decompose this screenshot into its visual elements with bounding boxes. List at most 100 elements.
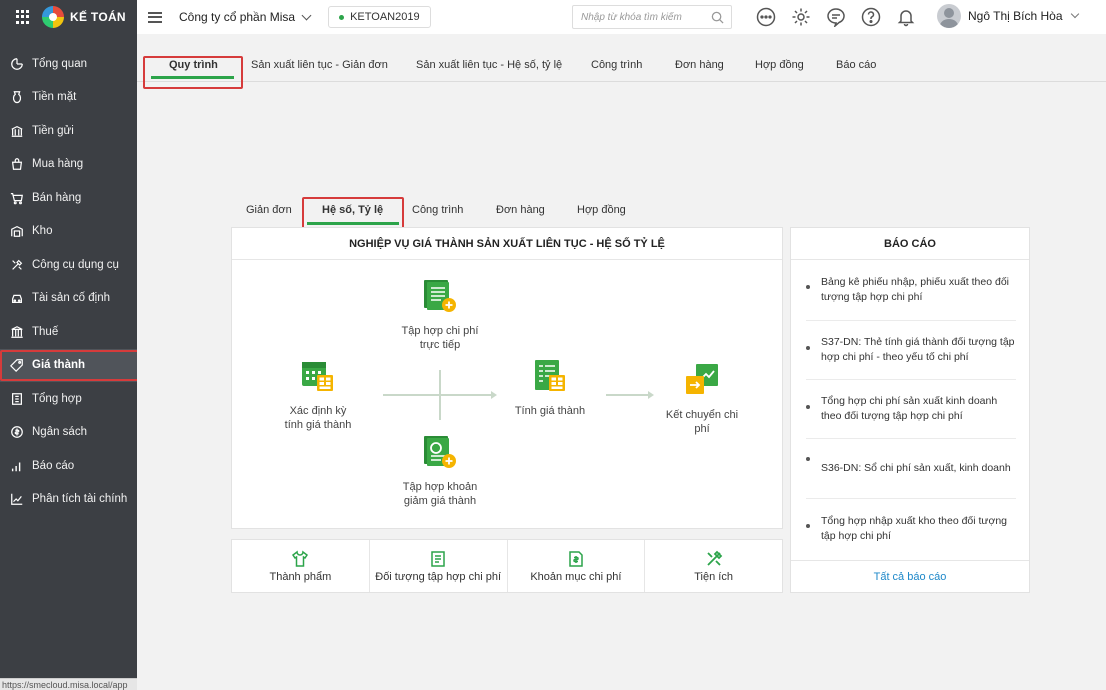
database-name: KETOAN2019 [350, 11, 420, 23]
node-label-line: Xác định kỳ [289, 405, 347, 417]
thanh-pham-button[interactable]: Thành phẩm [232, 540, 370, 592]
browser-status-url: https://smecloud.misa.local/app [0, 678, 137, 690]
notification-bell-icon[interactable] [895, 6, 917, 28]
settings-gear-icon[interactable] [790, 6, 812, 28]
sidebar-item-gia-thanh[interactable]: Giá thành [0, 348, 141, 382]
sidebar-item-tai-san[interactable]: Tài sản cố định [0, 282, 137, 316]
chevron-down-icon [301, 10, 312, 20]
calculation-sheet-icon [535, 360, 565, 391]
sidebar-item-label: Tài sản cố định [32, 292, 110, 305]
subtab-gian-don[interactable]: Giản đơn [246, 204, 292, 216]
sidebar-item-phan-tich[interactable]: Phân tích tài chính [0, 483, 137, 517]
sidebar-item-label: Tiền mặt [32, 91, 77, 104]
cash-icon [9, 89, 25, 105]
subtab-hop-dong[interactable]: Hợp đồng [577, 204, 626, 216]
report-link[interactable]: Tổng hợp nhập xuất kho theo đối tượng tậ… [806, 499, 1016, 559]
action-label: Đối tượng tập hợp chi phí [375, 570, 501, 583]
tab-hop-dong[interactable]: Hợp đồng [755, 59, 804, 71]
company-selector[interactable]: Công ty cổ phần Misa [179, 10, 312, 24]
tab-bao-cao[interactable]: Báo cáo [836, 59, 876, 71]
topbar-icons [755, 6, 917, 28]
node-label-line: Tập hợp chi phí [401, 325, 479, 337]
chevron-down-icon [1070, 9, 1079, 19]
sidebar-item-tong-hop[interactable]: Tổng hợp [0, 382, 137, 416]
doi-tuong-thcp-button[interactable]: Đối tượng tập hợp chi phí [370, 540, 508, 592]
node-label-line: trực tiếp [419, 339, 461, 351]
apps-grid-icon[interactable] [16, 10, 30, 24]
flow-node-collect-direct[interactable]: Tập hợp chi phí trực tiếp [392, 278, 488, 352]
sidebar-item-cong-cu[interactable]: Công cụ dụng cụ [0, 248, 137, 282]
search-input[interactable] [581, 11, 711, 23]
main-content: Quy trình Sản xuất liên tục - Giản đơn S… [137, 34, 1106, 690]
node-label-line: Kết chuyển chi [665, 409, 739, 421]
sidebar-item-label: Bán hàng [32, 191, 82, 204]
sidebar-item-label: Báo cáo [32, 459, 75, 472]
calendar-icon [302, 362, 333, 391]
search-icon[interactable] [711, 11, 724, 24]
document-settings-icon [424, 436, 456, 468]
flow-node-transfer[interactable]: Kết chuyển chi phí [658, 362, 746, 436]
flow-node-collect-reduce[interactable]: Tập hợp khoản giảm giá thành [392, 434, 488, 508]
report-link[interactable]: Tổng hợp chi phí sản xuất kinh doanh the… [806, 380, 1016, 439]
flow-node-period[interactable]: Xác định kỳ tính giá thành [276, 358, 360, 432]
sidebar-item-tien-gui[interactable]: Tiền gửi [0, 114, 137, 148]
menu-toggle-icon[interactable] [148, 9, 162, 25]
tab-sx-he-so[interactable]: Sản xuất liên tục - Hệ số, tỷ lệ [416, 59, 562, 71]
sidebar-item-label: Thuế [32, 325, 59, 338]
tab-sx-gian-don[interactable]: Sản xuất liên tục - Giản đơn [251, 59, 388, 71]
tien-ich-button[interactable]: Tiện ích [645, 540, 782, 592]
khoan-muc-chi-phi-button[interactable]: Khoản mục chi phí [508, 540, 646, 592]
arrow-head [491, 391, 497, 399]
subtab-cong-trinh[interactable]: Công trình [412, 204, 463, 216]
flow-title: NGHIỆP VỤ GIÁ THÀNH SẢN XUẤT LIÊN TỤC - … [232, 228, 782, 260]
chat-icon[interactable] [825, 6, 847, 28]
report-link[interactable]: Bảng kê phiếu nhập, phiếu xuất theo đối … [806, 260, 1016, 321]
sidebar-item-ngan-sach[interactable]: Ngân sách [0, 416, 137, 450]
sidebar-item-bao-cao[interactable]: Báo cáo [0, 449, 137, 483]
help-icon[interactable] [860, 6, 882, 28]
all-reports-link[interactable]: Tất cả báo cáo [791, 560, 1029, 592]
sidebar-item-mua-hang[interactable]: Mua hàng [0, 148, 137, 182]
utilities-icon [706, 550, 722, 566]
search-box [572, 5, 732, 29]
action-label: Khoản mục chi phí [530, 570, 622, 583]
sidebar-item-thue[interactable]: Thuế [0, 315, 137, 349]
reports-list: Bảng kê phiếu nhập, phiếu xuất theo đối … [791, 260, 1029, 559]
status-dot-icon [339, 14, 345, 20]
sidebar-item-label: Công cụ dụng cụ [32, 258, 119, 271]
database-badge[interactable]: KETOAN2019 [328, 6, 431, 28]
more-options-icon[interactable] [755, 6, 777, 28]
report-link[interactable]: S36-DN: Sổ chi phí sản xuất, kinh doanh [806, 439, 1016, 499]
sidebar-item-tong-quan[interactable]: Tổng quan [0, 47, 137, 81]
sidebar-item-ban-hang[interactable]: Bán hàng [0, 181, 137, 215]
sidebar-item-kho[interactable]: Kho [0, 215, 137, 249]
tools-icon [9, 257, 25, 273]
list-document-icon [431, 550, 445, 567]
user-menu[interactable]: Ngô Thị Bích Hòa [937, 4, 1079, 28]
reports-title: BÁO CÁO [791, 228, 1029, 260]
shirt-icon [292, 550, 309, 567]
subtab-don-hang[interactable]: Đơn hàng [496, 204, 545, 216]
app-name: KẾ TOÁN [70, 10, 126, 24]
node-label-line: Tính giá thành [514, 405, 586, 417]
shopping-bag-icon [9, 156, 25, 172]
line-chart-icon [9, 491, 25, 507]
document-add-icon [424, 280, 456, 312]
sidebar: KẾ TOÁN Tổng quan Tiền mặt Tiền gửi Mua … [0, 0, 141, 690]
flow-node-calculate[interactable]: Tính giá thành [508, 358, 592, 418]
node-label-line: tính giá thành [284, 419, 352, 431]
action-label: Tiện ích [694, 570, 733, 583]
sidebar-item-label: Ngân sách [32, 426, 87, 439]
user-name: Ngô Thị Bích Hòa [968, 9, 1063, 23]
cart-icon [9, 190, 25, 206]
process-flow-card: NGHIỆP VỤ GIÁ THÀNH SẢN XUẤT LIÊN TỤC - … [231, 227, 783, 529]
arrow-head [648, 391, 654, 399]
bank-icon [9, 123, 25, 139]
tab-cong-trinh[interactable]: Công trình [591, 59, 642, 71]
sidebar-item-tien-mat[interactable]: Tiền mặt [0, 81, 137, 115]
company-name: Công ty cổ phần Misa [179, 10, 296, 24]
transfer-cost-icon [686, 364, 718, 394]
report-link[interactable]: S37-DN: Thẻ tính giá thành đối tượng tập… [806, 321, 1016, 380]
tab-don-hang[interactable]: Đơn hàng [675, 59, 724, 71]
sidebar-item-label: Giá thành [32, 359, 86, 372]
